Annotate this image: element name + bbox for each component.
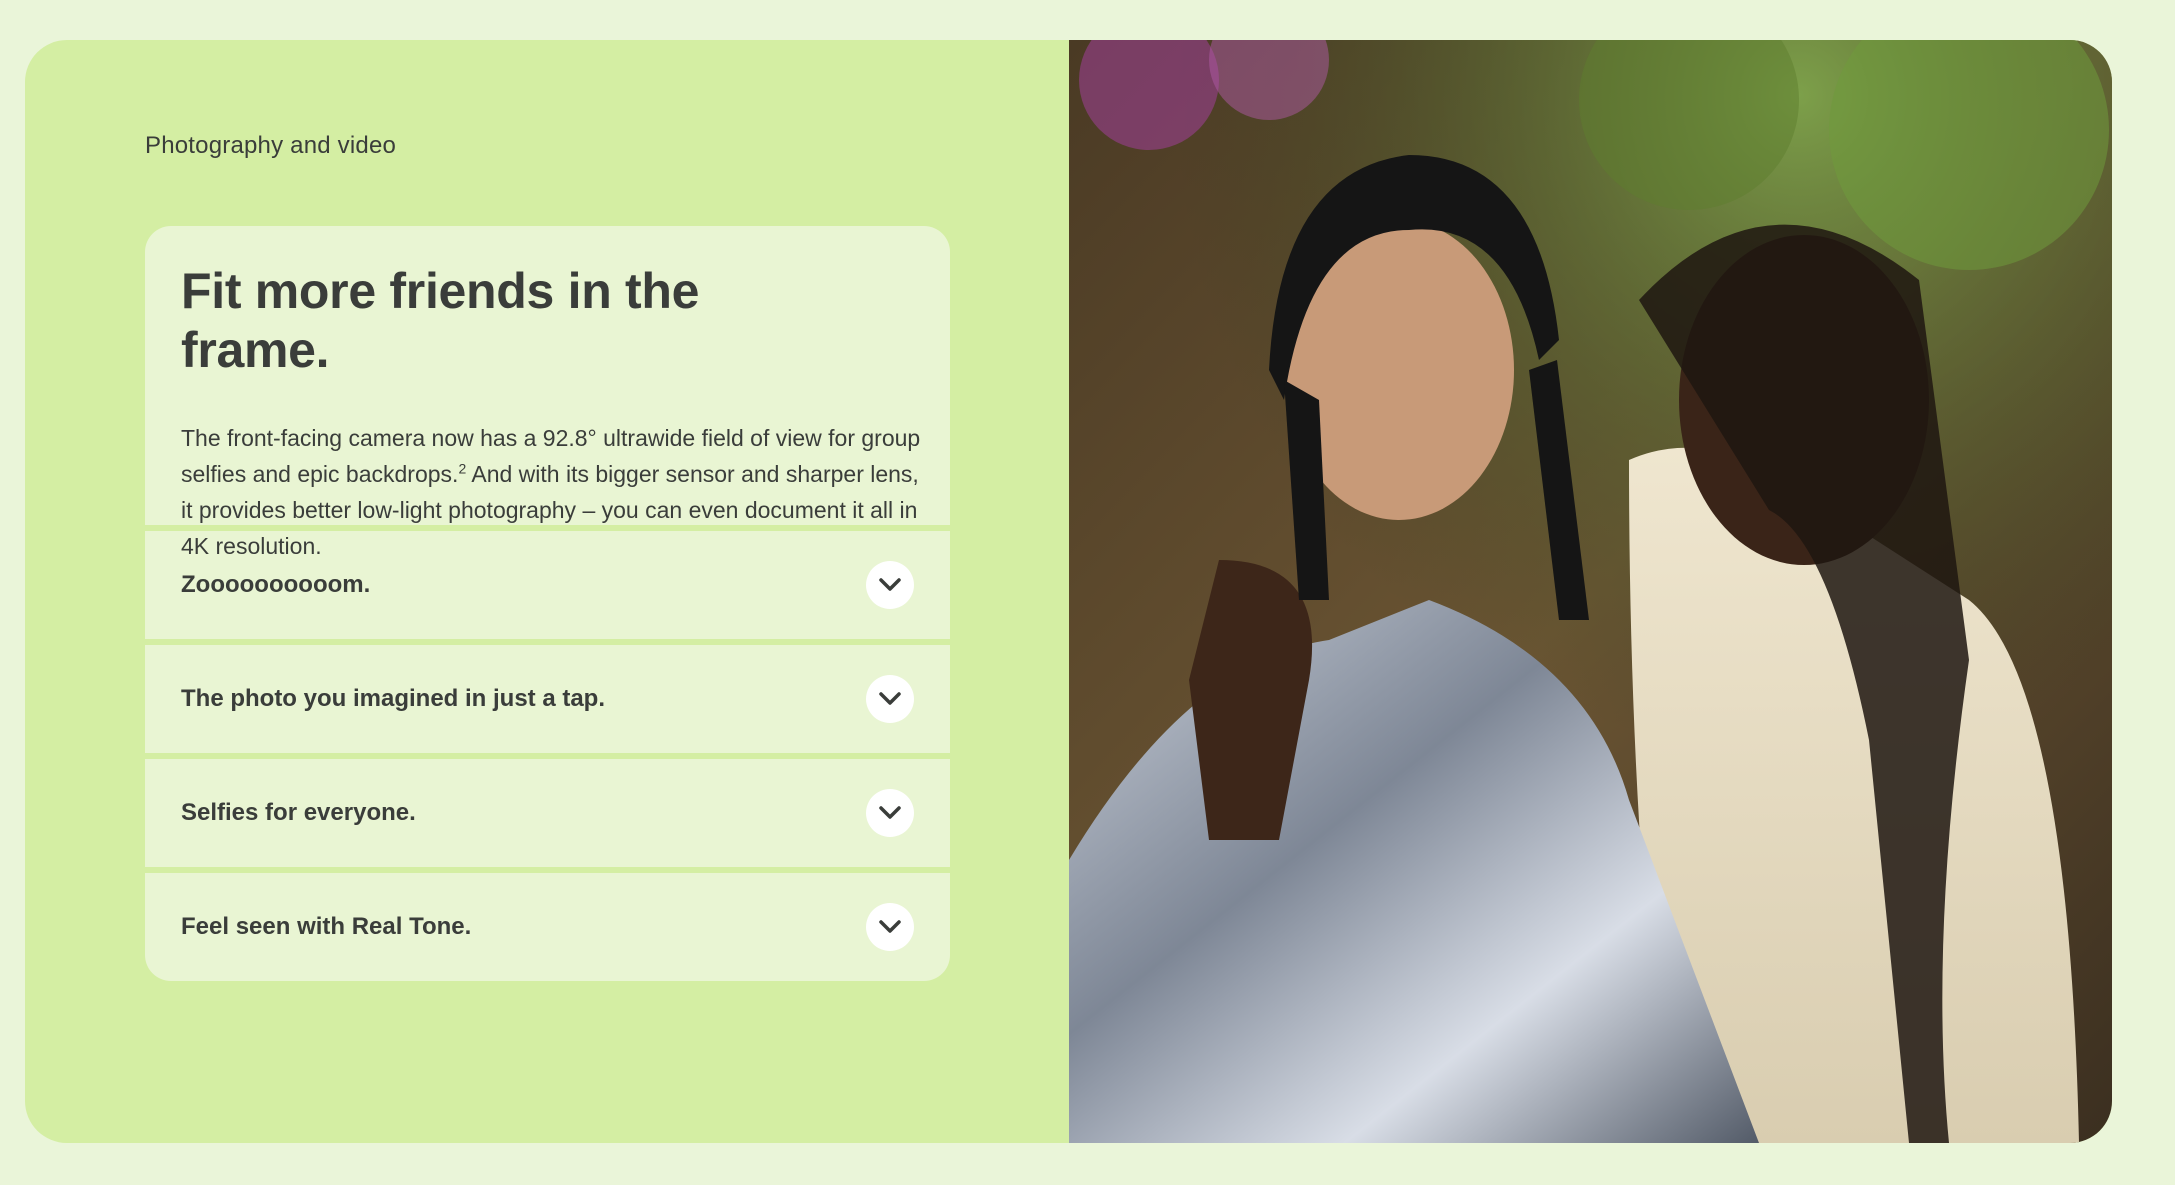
expanded-feature-card: Fit more friends in the frame. The front… — [145, 226, 950, 559]
chevron-down-icon[interactable] — [866, 903, 914, 951]
accordion-item-label: Feel seen with Real Tone. — [181, 913, 472, 940]
section-label: Photography and video — [145, 132, 397, 159]
chevron-down-icon[interactable] — [866, 789, 914, 837]
feature-panel: Photography and video Fit more friends i… — [25, 40, 2112, 1143]
chevron-down-icon[interactable] — [866, 561, 914, 609]
accordion-item-magic-editor[interactable]: The photo you imagined in just a tap. — [145, 645, 950, 753]
accordion-item-label: Selfies for everyone. — [181, 799, 416, 826]
accordion-item-label: The photo you imagined in just a tap. — [181, 685, 606, 712]
chevron-down-icon[interactable] — [866, 675, 914, 723]
accordion-item-label: Zoooooooooom. — [181, 571, 371, 598]
feature-accordion: Fit more friends in the frame. The front… — [145, 226, 950, 981]
selfie-photo — [1069, 40, 2112, 1143]
feature-headline: Fit more friends in the frame. — [181, 263, 700, 378]
accordion-item-selfies[interactable]: Selfies for everyone. — [145, 759, 950, 867]
feature-text-column: Photography and video Fit more friends i… — [25, 40, 1069, 1143]
accordion-item-real-tone[interactable]: Feel seen with Real Tone. — [145, 873, 950, 981]
